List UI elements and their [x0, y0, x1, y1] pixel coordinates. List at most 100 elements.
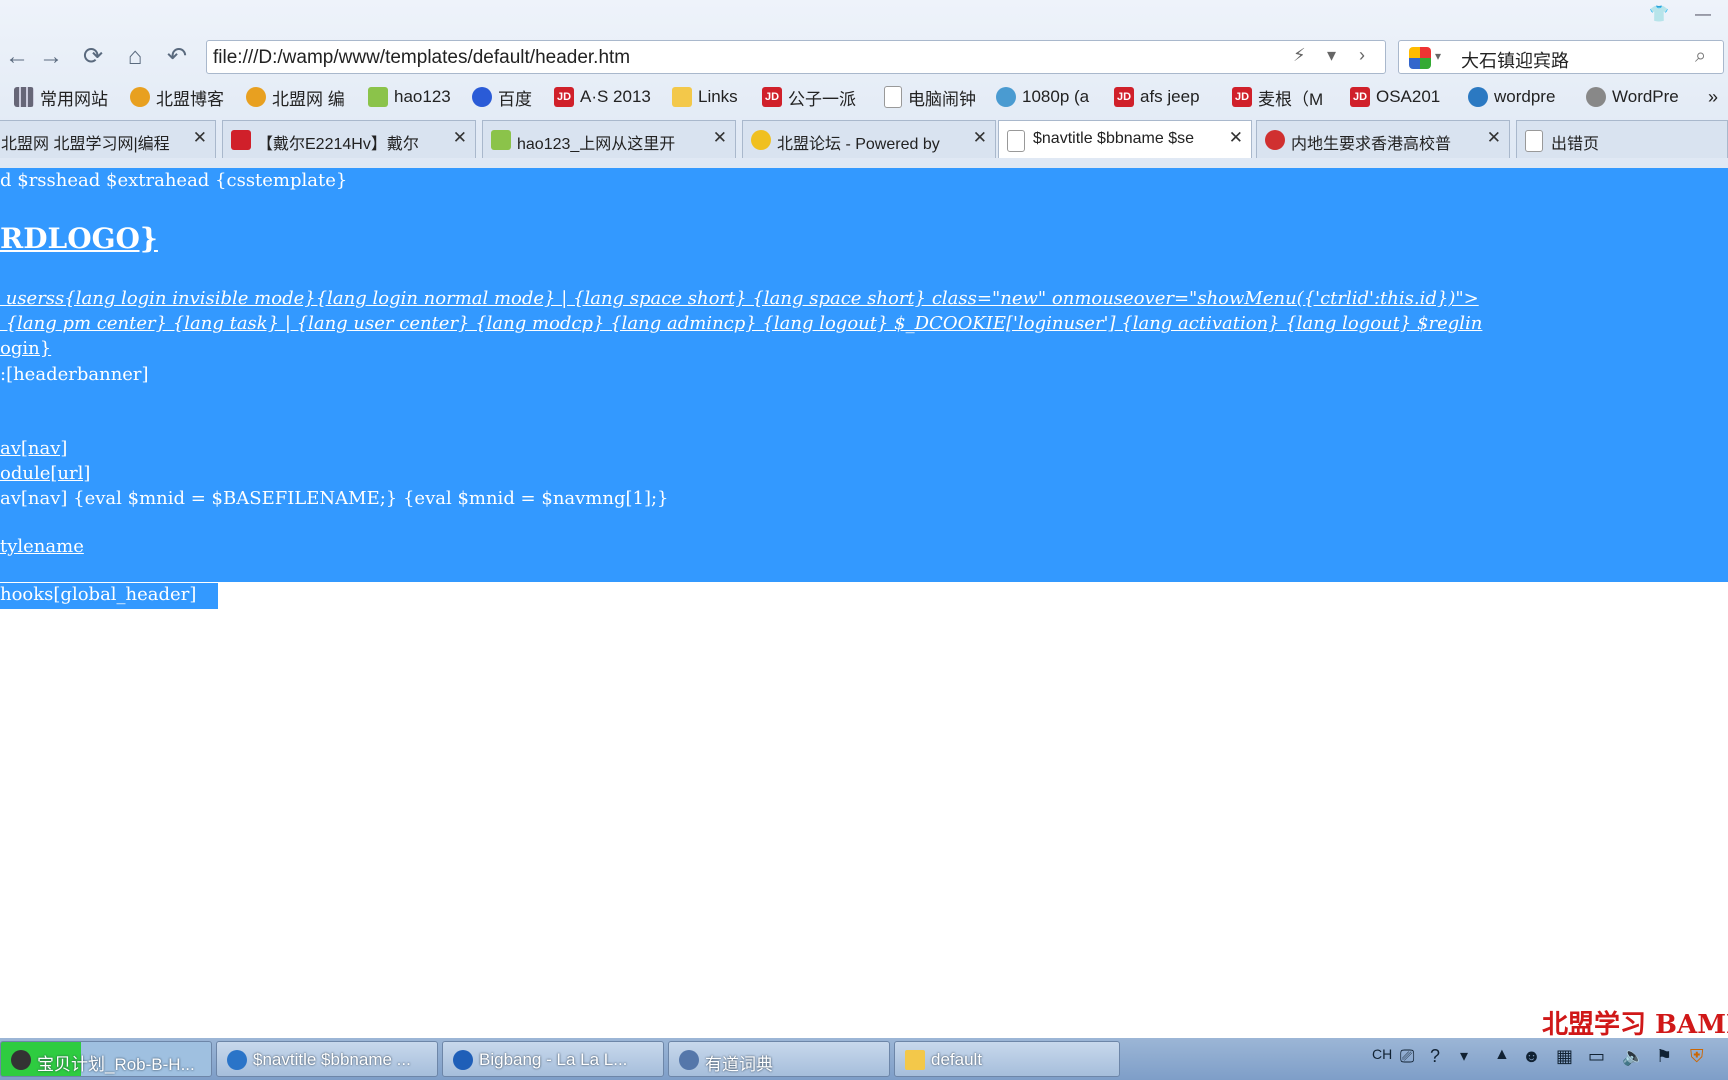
qq-icon[interactable]: ☻: [1522, 1046, 1541, 1067]
code-line: d $rsshead $extrahead {csstemplate}: [0, 170, 348, 191]
bookmarks-bar: 常用网站 北盟博客 北盟网 编 hao123 百度 JD A·S 2013 Lin…: [0, 80, 1728, 114]
search-icon[interactable]: ⌕: [1695, 45, 1706, 68]
page-icon: [1007, 130, 1025, 152]
forum-icon: [751, 130, 771, 150]
bookmark-item[interactable]: JD 公子一派: [762, 84, 856, 110]
page-icon: [884, 86, 902, 108]
page-content: d $rsshead $extrahead {csstemplate} RDLO…: [0, 168, 1728, 1040]
code-line-link[interactable]: RDLOGO}: [0, 222, 158, 255]
wordpress-icon: [1468, 87, 1488, 107]
baidu-paw-icon: [472, 87, 492, 107]
jd-icon: [231, 130, 251, 150]
tab[interactable]: hao123_上网从这里开 ✕: [482, 120, 736, 158]
code-line: av[nav] {eval $mnid = $BASEFILENAME;} {e…: [0, 488, 669, 509]
taskbar-item[interactable]: Bigbang - La La L...: [442, 1041, 664, 1077]
jd-icon: JD: [762, 87, 782, 107]
tab[interactable]: 北盟论坛 - Powered by ✕: [742, 120, 996, 158]
minimize-button[interactable]: —: [1686, 2, 1720, 28]
jd-icon: JD: [1232, 87, 1252, 107]
engine-dropdown-icon[interactable]: ▾: [1435, 49, 1441, 63]
volume-icon[interactable]: 🔈: [1622, 1046, 1644, 1067]
taskbar: 宝贝计划_Rob-B-H... $navtitle $bbname ... Bi…: [0, 1038, 1728, 1080]
close-icon[interactable]: ✕: [713, 128, 727, 148]
bookmark-item[interactable]: 百度: [472, 84, 532, 110]
grid-icon: [14, 87, 34, 107]
tab[interactable]: 【戴尔E2214Hv】戴尔 ✕: [222, 120, 476, 158]
taskbar-item[interactable]: 宝贝计划_Rob-B-H...: [0, 1041, 212, 1077]
tab[interactable]: 北盟网 北盟学习网|编程 ✕: [0, 120, 216, 158]
bookmark-item[interactable]: JD 麦根（M: [1232, 84, 1323, 110]
tray-expand-icon[interactable]: ▲: [1494, 1046, 1510, 1064]
close-icon[interactable]: ✕: [453, 128, 467, 148]
back-button[interactable]: ←: [0, 40, 34, 74]
close-icon[interactable]: ✕: [973, 128, 987, 148]
code-line-link[interactable]: ogin}: [0, 338, 51, 359]
shield-icon[interactable]: ⛨: [1690, 1046, 1704, 1067]
bird-icon: [246, 87, 266, 107]
ime-icon[interactable]: ⎚: [1400, 1046, 1414, 1067]
code-line-link[interactable]: tylename: [0, 536, 84, 557]
media-player-icon: [11, 1050, 31, 1070]
jd-icon: JD: [1114, 87, 1134, 107]
dropdown-icon[interactable]: ▾: [1460, 1046, 1468, 1066]
text-selection: [0, 168, 1728, 582]
code-line-link[interactable]: userss{lang login invisible mode}{lang l…: [0, 288, 1479, 309]
bookmark-item[interactable]: Links: [672, 84, 738, 110]
home-button[interactable]: ⌂: [118, 40, 152, 74]
taskbar-item[interactable]: $navtitle $bbname ...: [216, 1041, 438, 1077]
bookmarks-overflow-chevron-icon[interactable]: »: [1708, 84, 1718, 110]
undo-close-button[interactable]: ↶: [160, 40, 194, 74]
close-icon[interactable]: ✕: [1229, 128, 1243, 148]
taskbar-item[interactable]: 有道词典: [668, 1041, 890, 1077]
search-input[interactable]: 大石镇迎宾路: [1461, 47, 1569, 73]
jd-icon: JD: [554, 87, 574, 107]
bookmark-item[interactable]: JD afs jeep: [1114, 84, 1200, 110]
shirt-icon[interactable]: 👕: [1642, 2, 1676, 28]
browser-chrome: 👕 — ← → ⟳ ⌂ ↶ file:///D:/wamp/www/templa…: [0, 0, 1728, 168]
bookmark-item[interactable]: JD A·S 2013: [554, 84, 651, 110]
bird-icon: [130, 87, 150, 107]
search-box[interactable]: ▾ 大石镇迎宾路 ⌕: [1398, 40, 1724, 74]
hao123-icon: [491, 130, 511, 150]
flag-icon[interactable]: ⚑: [1656, 1046, 1672, 1067]
address-text: file:///D:/wamp/www/templates/default/he…: [213, 47, 631, 68]
code-line-link[interactable]: {lang pm center} {lang task} | {lang use…: [0, 313, 1483, 334]
bookmark-item[interactable]: WordPre: [1586, 84, 1679, 110]
bookmark-item[interactable]: hao123: [368, 84, 451, 110]
bookmark-item[interactable]: 电脑闹钟: [884, 84, 976, 110]
bookmark-item[interactable]: wordpre: [1468, 84, 1555, 110]
bookmark-item[interactable]: 常用网站: [14, 84, 108, 110]
forward-button[interactable]: →: [34, 40, 68, 74]
bookmark-item[interactable]: 北盟网 编: [246, 84, 345, 110]
lightning-icon[interactable]: ⚡: [1293, 45, 1306, 66]
page-icon: [1525, 130, 1543, 152]
hao123-icon: [368, 87, 388, 107]
bookmark-item[interactable]: 北盟博客: [130, 84, 224, 110]
reload-button[interactable]: ⟳: [76, 40, 110, 74]
browser-icon: [227, 1050, 247, 1070]
close-icon[interactable]: ✕: [1487, 128, 1501, 148]
code-line-link[interactable]: odule[url]: [0, 463, 90, 484]
title-bar: 👕 —: [0, 0, 1728, 32]
code-line: hooks[global_header]: [0, 584, 197, 605]
tab[interactable]: 内地生要求香港高校普 ✕: [1256, 120, 1510, 158]
bookmark-item[interactable]: 1080p (a: [996, 84, 1089, 110]
code-line: :[headerbanner]: [0, 364, 149, 385]
input-language[interactable]: CH: [1372, 1046, 1392, 1062]
search-engine-icon[interactable]: [1409, 47, 1431, 69]
close-icon[interactable]: ✕: [193, 128, 207, 148]
bookmark-item[interactable]: JD OSA201: [1350, 84, 1440, 110]
display-icon[interactable]: ▭: [1588, 1046, 1605, 1067]
help-icon[interactable]: ?: [1430, 1046, 1440, 1067]
address-bar[interactable]: file:///D:/wamp/www/templates/default/he…: [206, 40, 1386, 74]
news-icon: [1265, 130, 1285, 150]
tab-strip: 北盟网 北盟学习网|编程 ✕ 【戴尔E2214Hv】戴尔 ✕ hao123_上网从这…: [0, 120, 1728, 158]
taskbar-item[interactable]: default: [894, 1041, 1120, 1077]
tab[interactable]: 出错页: [1516, 120, 1728, 158]
code-line-link[interactable]: av[nav]: [0, 438, 67, 459]
dictionary-icon: [679, 1050, 699, 1070]
go-arrow-icon[interactable]: ›: [1359, 45, 1365, 66]
tab-active[interactable]: $navtitle $bbname $se ✕: [998, 120, 1252, 158]
network-icon[interactable]: ▦: [1556, 1046, 1573, 1067]
dropdown-icon[interactable]: ▾: [1327, 45, 1336, 66]
